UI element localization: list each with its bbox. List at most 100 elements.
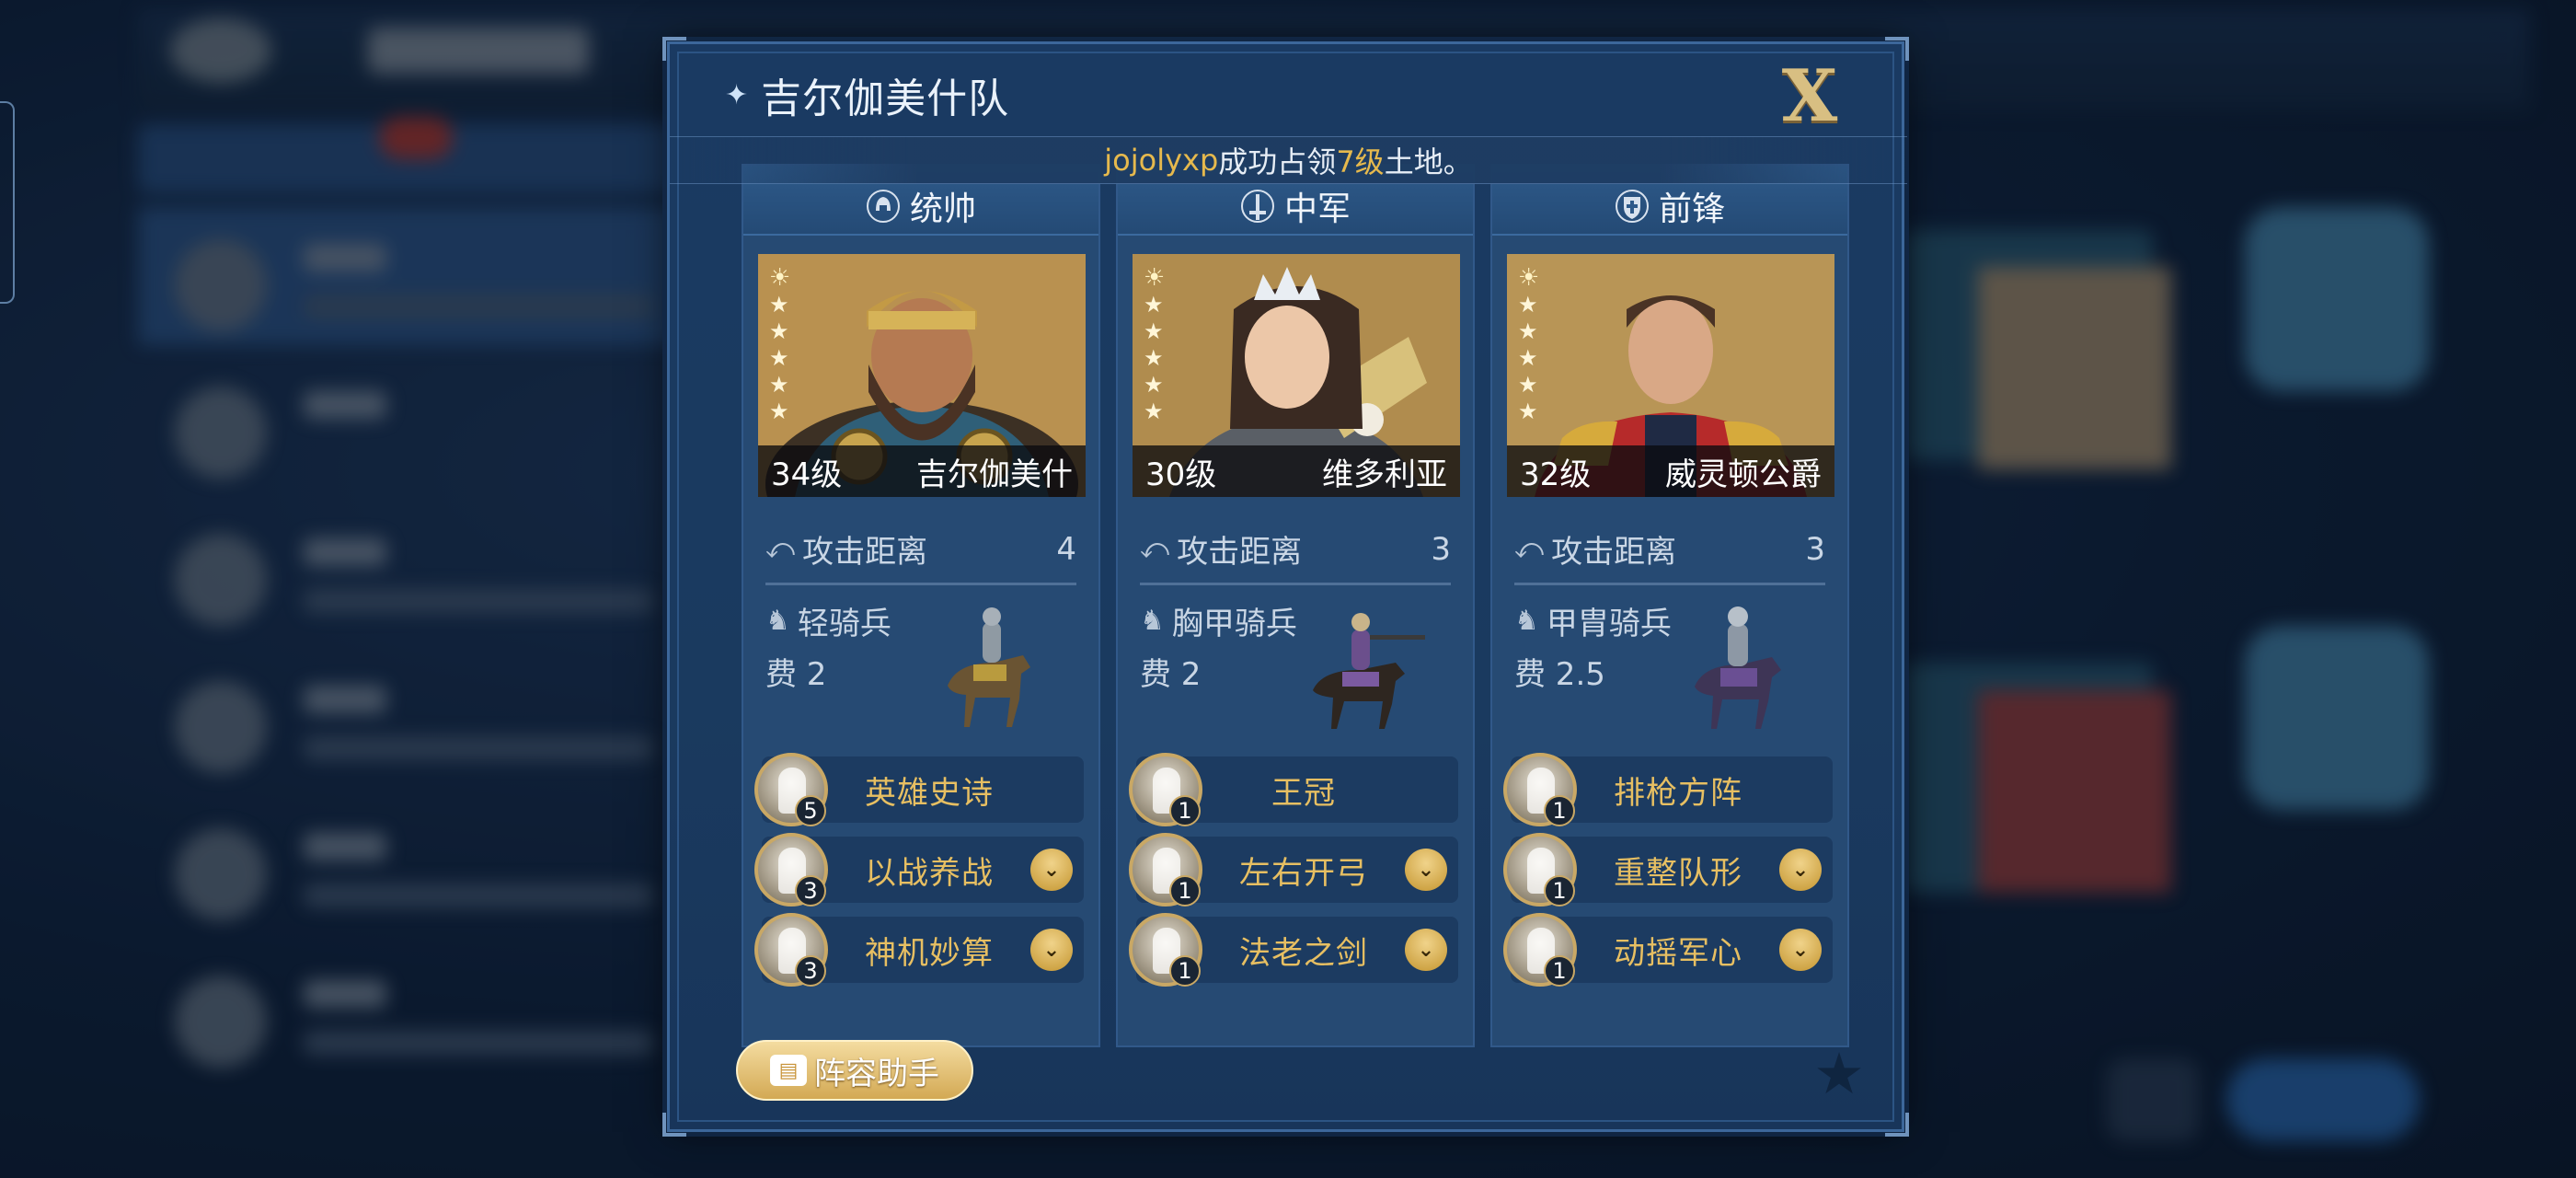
chevron-down-icon[interactable]: ⌄ bbox=[1030, 929, 1073, 971]
star-rating: ☀ ★ ★ ★ ★ ★ bbox=[1144, 264, 1166, 424]
skill-name: 动摇军心 bbox=[1614, 934, 1742, 972]
star-rating: ☀ ★ ★ ★ ★ ★ bbox=[769, 264, 791, 424]
skill-slot[interactable]: 1 法老之剑 ⌄ bbox=[1129, 913, 1458, 987]
sword-icon bbox=[1240, 190, 1274, 223]
attack-range-row: ⤺ 攻击距离 3 bbox=[1514, 515, 1825, 585]
cavalry-icon: ♞ bbox=[1140, 605, 1165, 637]
troop-type: 轻骑兵 bbox=[797, 606, 891, 642]
stat-label: 攻击距离 bbox=[1551, 534, 1677, 571]
skill-name: 法老之剑 bbox=[1239, 934, 1368, 972]
role-label: 前锋 bbox=[1658, 191, 1725, 228]
stat-value: 4 bbox=[1056, 530, 1076, 568]
hero-name: 维多利亚 bbox=[1322, 456, 1447, 493]
skill-level: 1 bbox=[1169, 955, 1201, 987]
favorite-star-button[interactable]: ★ bbox=[1809, 1040, 1869, 1107]
skill-slot[interactable]: 1 左右开弓 ⌄ bbox=[1129, 833, 1458, 907]
chevron-down-icon[interactable]: ⌄ bbox=[1405, 929, 1447, 971]
star-rating: ☀ ★ ★ ★ ★ ★ bbox=[1518, 264, 1540, 424]
hero-portrait[interactable]: ☀ ★ ★ ★ ★ ★ 30级 维多利亚 bbox=[1133, 254, 1460, 497]
armored-cavalry-icon bbox=[1695, 606, 1781, 729]
hero-level: 34级 bbox=[771, 456, 843, 493]
hero-name-bar: 32级 威灵顿公爵 bbox=[1507, 445, 1834, 497]
skill-level: 1 bbox=[1544, 955, 1575, 987]
skill-icon: 1 bbox=[1503, 753, 1577, 826]
dialog-title: 吉尔伽美什队 bbox=[761, 75, 1010, 122]
cavalry-icon: ♞ bbox=[1514, 605, 1539, 637]
close-button[interactable]: X bbox=[1773, 61, 1846, 133]
dialog-header: ✦ 吉尔伽美什队 bbox=[725, 67, 1009, 122]
role-label: 统帅 bbox=[909, 191, 976, 228]
hero-column-center: 中军 ☀ ★ ★ ★ ★ ★ 30级 维多利亚 ⤺ 攻击距离 3 ♞ 胸甲骑兵 … bbox=[1116, 164, 1475, 1047]
skill-level: 3 bbox=[795, 955, 826, 987]
skill-icon: 3 bbox=[754, 833, 828, 907]
hero-name: 威灵顿公爵 bbox=[1665, 456, 1822, 493]
skill-icon: 1 bbox=[1129, 913, 1202, 987]
lineup-helper-button[interactable]: ▤ 阵容助手 bbox=[736, 1040, 973, 1101]
hero-portrait[interactable]: ☀ ★ ★ ★ ★ ★ 32级 威灵顿公爵 bbox=[1507, 254, 1834, 497]
skill-slot[interactable]: 3 神机妙算 ⌄ bbox=[754, 913, 1084, 987]
light-cavalry-icon bbox=[948, 607, 1030, 727]
helper-label: 阵容助手 bbox=[814, 1055, 939, 1092]
notice-banner: jojolyxp 成功占领 7级 土地。 bbox=[670, 136, 1907, 184]
troop-type: 胸甲骑兵 bbox=[1171, 606, 1297, 642]
skill-name: 左右开弓 bbox=[1239, 854, 1368, 892]
skill-icon: 5 bbox=[754, 753, 828, 826]
skill-name: 重整队形 bbox=[1614, 854, 1742, 892]
chevron-down-icon[interactable]: ⌄ bbox=[1405, 849, 1447, 891]
attack-range-row: ⤺ 攻击距离 4 bbox=[765, 515, 1076, 585]
skill-level: 1 bbox=[1544, 795, 1575, 826]
hero-name-bar: 30级 维多利亚 bbox=[1133, 445, 1460, 497]
cuirassier-icon bbox=[1313, 613, 1425, 729]
skill-icon: 3 bbox=[754, 913, 828, 987]
skill-name: 排枪方阵 bbox=[1614, 774, 1742, 812]
stat-value: 3 bbox=[1805, 530, 1825, 568]
team-detail-dialog: ✦ 吉尔伽美什队 X jojolyxp 成功占领 7级 土地。 统帅 ☀ ★ ★… bbox=[662, 37, 1909, 1137]
skill-level: 3 bbox=[795, 875, 826, 907]
skill-slot[interactable]: 5 英雄史诗 ⌄ bbox=[754, 753, 1084, 826]
hero-column-vanguard: 前锋 ☀ ★ ★ ★ ★ ★ 32级 威灵顿公爵 ⤺ 攻击距离 3 ♞ 甲胄骑兵… bbox=[1490, 164, 1849, 1047]
troop-info: ♞ 轻骑兵 费 2 bbox=[765, 598, 1076, 736]
role-label: 中军 bbox=[1283, 191, 1351, 228]
troop-type: 甲胄骑兵 bbox=[1546, 606, 1672, 642]
skill-name: 神机妙算 bbox=[865, 934, 994, 972]
range-icon: ⤺ bbox=[765, 533, 796, 565]
skill-slot[interactable]: 3 以战养战 ⌄ bbox=[754, 833, 1084, 907]
skill-slot[interactable]: 1 排枪方阵 ⌄ bbox=[1503, 753, 1833, 826]
close-icon: X bbox=[1781, 54, 1838, 138]
chevron-down-icon[interactable]: ⌄ bbox=[1779, 929, 1822, 971]
skill-name: 英雄史诗 bbox=[865, 774, 994, 812]
skill-icon: 1 bbox=[1503, 833, 1577, 907]
skill-level: 5 bbox=[795, 795, 826, 826]
notice-player: jojolyxp bbox=[1104, 143, 1219, 178]
sun-icon: ☀ bbox=[769, 264, 791, 292]
attack-range-row: ⤺ 攻击距离 3 bbox=[1140, 515, 1451, 585]
sun-icon: ☀ bbox=[1518, 264, 1540, 292]
skill-slot[interactable]: 1 重整队形 ⌄ bbox=[1503, 833, 1833, 907]
hero-portrait[interactable]: ☀ ★ ★ ★ ★ ★ 34级 吉尔伽美什 bbox=[758, 254, 1086, 497]
stat-label: 攻击距离 bbox=[1177, 534, 1303, 571]
shield-icon bbox=[1615, 190, 1649, 223]
chevron-down-icon[interactable]: ⌄ bbox=[1779, 849, 1822, 891]
notice-text: 成功占领 bbox=[1218, 144, 1337, 179]
troop-info: ♞ 胸甲骑兵 费 2 bbox=[1140, 598, 1451, 736]
stat-value: 3 bbox=[1431, 530, 1451, 568]
notice-level: 7级 bbox=[1336, 144, 1385, 179]
skill-slot[interactable]: 1 动摇军心 ⌄ bbox=[1503, 913, 1833, 987]
skill-icon: 1 bbox=[1129, 833, 1202, 907]
skill-level: 1 bbox=[1544, 875, 1575, 907]
troop-info: ♞ 甲胄骑兵 费 2.5 bbox=[1514, 598, 1825, 736]
chevron-down-icon[interactable]: ⌄ bbox=[1030, 849, 1073, 891]
hero-column-commander: 统帅 ☀ ★ ★ ★ ★ ★ 34级 吉尔伽美什 ⤺ 攻击距离 4 ♞ 轻骑兵 … bbox=[742, 164, 1100, 1047]
skill-level: 1 bbox=[1169, 795, 1201, 826]
sparkle-icon: ✦ bbox=[725, 78, 749, 111]
star-icon: ★ bbox=[1813, 1039, 1865, 1107]
range-icon: ⤺ bbox=[1140, 533, 1170, 565]
skill-icon: 1 bbox=[1503, 913, 1577, 987]
cavalry-icon: ♞ bbox=[765, 605, 790, 637]
helmet-icon bbox=[866, 190, 900, 223]
notice-text-end: 土地。 bbox=[1384, 144, 1473, 179]
skill-slot[interactable]: 1 王冠 ⌄ bbox=[1129, 753, 1458, 826]
sun-icon: ☀ bbox=[1144, 264, 1166, 292]
hero-level: 30级 bbox=[1145, 456, 1217, 493]
stat-label: 攻击距离 bbox=[802, 534, 928, 571]
